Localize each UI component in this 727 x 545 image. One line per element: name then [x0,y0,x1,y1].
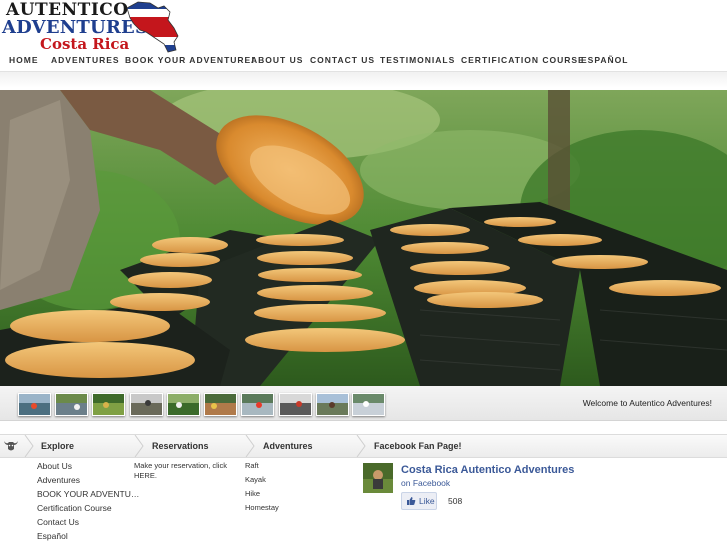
adventure-homestay[interactable]: Homestay [245,503,279,512]
explore-adventures[interactable]: Adventures [37,475,80,485]
explore-espanol[interactable]: Español [37,531,68,541]
nav-contact-us[interactable]: CONTACT US [310,55,375,65]
thumb-forest[interactable] [167,393,200,416]
thumb-group[interactable] [204,393,237,416]
footer-heading-reservations: Reservations [152,441,209,451]
facebook-on-facebook-link[interactable]: on Facebook [401,478,450,488]
nav-shadow [0,72,727,88]
reservations-text[interactable]: Make your reservation, click HERE. [134,461,234,481]
site-logo[interactable]: AUTENTICO ADVENTURES Costa Rica [0,0,190,54]
adventure-hike[interactable]: Hike [245,489,260,498]
nav-book-your-adventure[interactable]: BOOK YOUR ADVENTURE! [125,55,255,65]
adventure-raft[interactable]: Raft [245,461,259,470]
chevron-divider-icon [245,435,255,457]
slideshow-caption: Welcome to Autentico Adventures! [582,398,712,408]
logo-line-costa-rica: Costa Rica [40,35,130,53]
thumb-horse[interactable] [316,393,349,416]
explore-certification-course[interactable]: Certification Course [37,503,112,513]
thumb-river[interactable] [55,393,88,416]
thumb-field[interactable] [92,393,125,416]
chevron-divider-icon [134,435,144,457]
chevron-divider-icon [356,435,366,457]
nav-about-us[interactable]: ABOUT US [251,55,303,65]
footer-heading-adventures: Adventures [263,441,313,451]
nav-espanol[interactable]: ESPAÑOL [581,55,628,65]
adventure-kayak[interactable]: Kayak [245,475,266,484]
facebook-like-count: 508 [448,496,463,506]
explore-book-your-adventure[interactable]: BOOK YOUR ADVENTU… [37,489,139,499]
facebook-page-name[interactable]: Costa Rica Autentico Adventures [401,464,574,476]
thumb-rafting[interactable] [241,393,274,416]
explore-contact-us[interactable]: Contact Us [37,517,79,527]
facebook-like-label: Like [419,496,435,506]
nav-certification-course[interactable]: CERTIFICATION COURSE [461,55,585,65]
thumb-raft[interactable] [18,393,51,416]
nav-testimonials[interactable]: TESTIMONIALS [380,55,455,65]
slideshow-main-image[interactable] [0,90,727,386]
costa-rica-flag-map-icon [126,1,179,53]
footer-heading-facebook: Facebook Fan Page! [374,441,462,451]
thumbs-up-icon [407,497,416,505]
avatar-photo-icon [363,463,393,493]
nav-adventures[interactable]: ADVENTURES [51,55,120,65]
facebook-like-button[interactable]: Like [401,492,437,510]
chevron-divider-icon [24,435,34,457]
facebook-page-avatar[interactable] [363,463,393,493]
thumb-farm[interactable] [130,393,163,416]
explore-about-us[interactable]: About Us [37,461,72,471]
nav-home[interactable]: HOME [9,55,39,65]
thumb-car[interactable] [279,393,312,416]
bull-head-icon [4,441,18,451]
thumb-waterfall[interactable] [352,393,385,416]
main-nav: HOME ADVENTURES BOOK YOUR ADVENTURE! ABO… [0,52,727,70]
footer-heading-explore: Explore [41,441,75,451]
footer-column-headers: Explore Reservations Adventures Facebook… [0,434,727,458]
slideshow-image-food-preparation [0,90,727,386]
slideshow-thumbnail-strip: Welcome to Autentico Adventures! [0,386,727,421]
